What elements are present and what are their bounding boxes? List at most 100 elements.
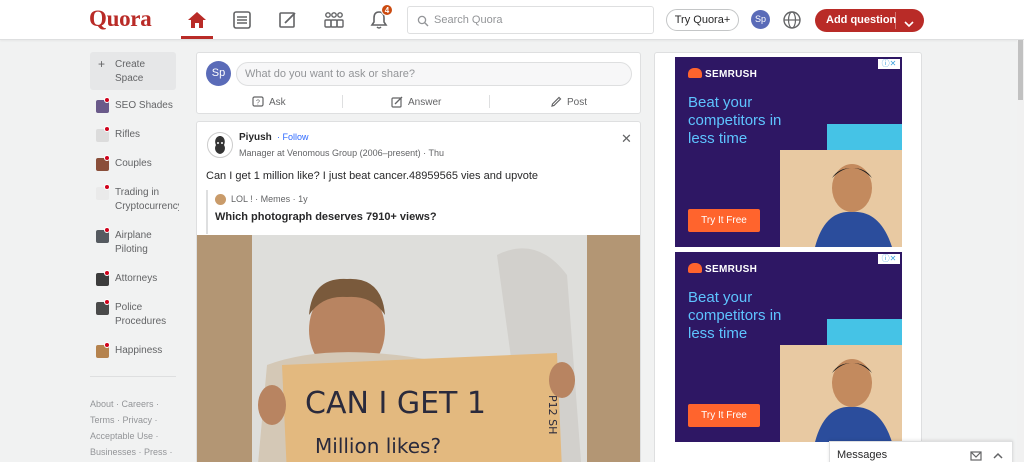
action-separator [489, 95, 490, 108]
sidebar-item-label: Attorneys [115, 273, 158, 284]
create-space-button[interactable]: + Create Space [90, 52, 176, 90]
chevron-up-icon[interactable] [992, 449, 1004, 462]
quoted-answer[interactable]: LOL ! · Memes · 1y Which photograph dese… [206, 190, 632, 234]
ad-photo [780, 150, 902, 247]
follow-link[interactable]: · Follow [277, 132, 309, 142]
svg-text:?: ? [256, 100, 260, 107]
post-label: Post [567, 96, 588, 108]
unread-dot [104, 126, 110, 132]
user-avatar[interactable]: Sp [206, 61, 231, 86]
author-avatar[interactable] [207, 132, 233, 158]
quoted-meta: LOL ! · Memes · 1y [231, 194, 308, 204]
cancer-sign: CAN I GET 1 Million likes? P12 SH [282, 353, 562, 462]
sign-side-text: P12 SH [546, 395, 559, 434]
create-space-label: Create Space [115, 59, 146, 84]
answer-pencil-icon [391, 96, 403, 108]
ad-photo [780, 345, 902, 442]
ad-headline: Beat your competitors in less time [688, 94, 782, 147]
page-scrollbar[interactable] [1017, 40, 1024, 462]
ad-headline: Beat your competitors in less time [688, 289, 782, 342]
user-avatar[interactable]: Sp [751, 10, 770, 29]
search-input[interactable] [434, 10, 649, 30]
quora-logo[interactable]: Quora [89, 6, 152, 32]
ad-try-free-button[interactable]: Try It Free [688, 209, 760, 232]
home-active-indicator [181, 36, 213, 39]
unread-dot [104, 342, 110, 348]
search-icon [417, 14, 429, 32]
sign-line-1: CAN I GET 1 [305, 386, 486, 421]
footer-link-press[interactable]: Press [144, 447, 167, 457]
unread-dot [104, 155, 110, 161]
add-question-label: Add question [826, 14, 897, 26]
notification-count-badge: 4 [381, 4, 393, 16]
post-image[interactable]: CAN I GET 1 Million likes? P12 SH [197, 235, 640, 462]
footer-link-acceptable-use[interactable]: Acceptable Use [90, 431, 153, 441]
following-icon[interactable] [227, 5, 257, 35]
messages-panel[interactable]: Messages [829, 441, 1013, 462]
sign-line-2: Million likes? [315, 434, 441, 458]
quoted-space-avatar [215, 194, 226, 205]
top-nav-bar: Quora 4 Try Quora+ Sp Add question [0, 0, 1024, 40]
ask-button[interactable]: ? Ask [252, 93, 286, 111]
add-question-button[interactable]: Add question [815, 9, 924, 32]
footer-link-terms[interactable]: Terms [90, 415, 115, 425]
footer-links: About · Careers · Terms · Privacy · Acce… [90, 399, 173, 457]
unread-dot [104, 227, 110, 233]
ad-choices-icon[interactable]: ⓘ✕ [878, 254, 900, 264]
sidebar-divider [90, 376, 176, 377]
ask-share-card: Sp ? Ask Answer Post [196, 52, 641, 114]
action-separator [342, 95, 343, 108]
scrollbar-thumb[interactable] [1018, 40, 1023, 100]
compose-message-icon[interactable] [970, 449, 982, 462]
ad-brand-name: SEMRUSH [705, 69, 758, 80]
footer-link-careers[interactable]: Careers [122, 399, 154, 409]
post-text: Can I get 1 million like? I just beat ca… [206, 170, 539, 182]
semrush-logo-icon [688, 68, 702, 78]
footer-link-privacy[interactable]: Privacy [123, 415, 153, 425]
ad-try-free-button[interactable]: Try It Free [688, 404, 760, 427]
quoted-question-title[interactable]: Which photograph deserves 7910+ views? [215, 211, 437, 223]
semrush-logo-icon [688, 263, 702, 273]
home-icon[interactable] [182, 5, 212, 35]
answer-button[interactable]: Answer [391, 93, 441, 111]
language-globe-icon[interactable] [782, 10, 802, 35]
answer-edit-icon[interactable] [273, 5, 303, 35]
plus-icon: + [98, 57, 106, 71]
spaces-icon[interactable] [319, 5, 349, 35]
author-name[interactable]: Piyush [239, 132, 272, 143]
sidebar-item-label: Couples [115, 158, 152, 169]
ad-semrush-2[interactable]: ⓘ✕ SEMRUSH Beat your competitors in less… [675, 252, 902, 442]
author-credential: Manager at Venomous Group (2006–present)… [239, 148, 444, 158]
ad-semrush-1[interactable]: ⓘ✕ SEMRUSH Beat your competitors in less… [675, 57, 902, 247]
footer-link-businesses[interactable]: Businesses [90, 447, 136, 457]
post-pencil-icon [551, 96, 562, 107]
add-question-divider [895, 12, 896, 29]
messages-label: Messages [837, 449, 888, 461]
unread-dot [104, 270, 110, 276]
chevron-down-icon[interactable] [904, 15, 914, 38]
ad-choices-icon[interactable]: ⓘ✕ [878, 59, 900, 69]
ask-question-icon: ? [252, 96, 264, 107]
search-box[interactable] [407, 6, 654, 34]
sidebar-item-label: Happiness [115, 345, 163, 356]
close-icon[interactable]: ✕ [621, 131, 632, 147]
post-button[interactable]: Post [550, 93, 587, 111]
ad-brand-logo: SEMRUSH [688, 68, 757, 80]
unread-dot [104, 97, 110, 103]
sidebar-item-label: Police Procedures [115, 302, 167, 327]
unread-dot [104, 299, 110, 305]
ad-brand-name: SEMRUSH [705, 264, 758, 275]
try-quora-plus-button[interactable]: Try Quora+ [666, 9, 739, 31]
footer-link-about[interactable]: About [90, 399, 114, 409]
answer-label: Answer [408, 96, 442, 108]
ask-share-input[interactable] [236, 62, 632, 86]
sidebar-item-label: Rifles [115, 129, 141, 140]
feed-post-card: Piyush · Follow Manager at Venomous Grou… [196, 121, 641, 462]
sidebar-item-label: Airplane Piloting [115, 230, 152, 255]
sidebar-item-label: Trading in Cryptocurrency [115, 187, 179, 212]
unread-dot [104, 184, 110, 190]
sidebar-item-label: SEO Shades [115, 100, 173, 111]
ask-label: Ask [269, 96, 286, 108]
follow-label: Follow [282, 132, 309, 142]
ad-brand-logo: SEMRUSH [688, 263, 757, 275]
